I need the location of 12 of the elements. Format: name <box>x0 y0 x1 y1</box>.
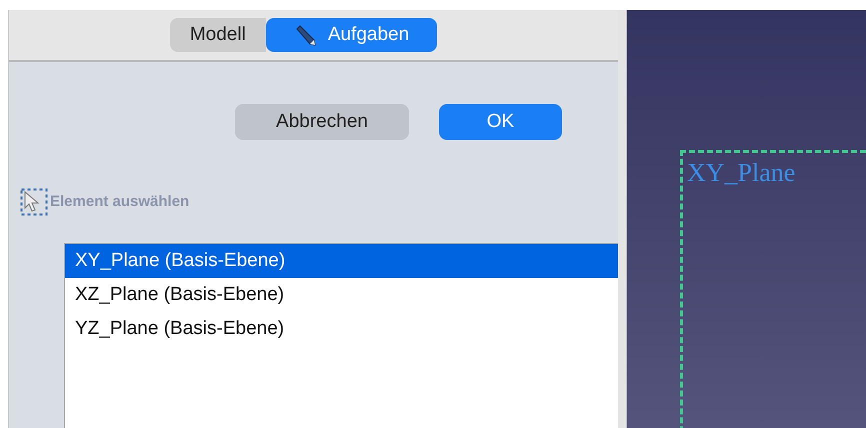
list-item[interactable]: XY_Plane (Basis-Ebene) <box>65 244 618 278</box>
cancel-button[interactable]: Abbrechen <box>235 104 409 140</box>
select-element-label: Element auswählen <box>50 192 190 212</box>
select-cursor-icon <box>20 188 48 216</box>
splitter-handle[interactable] <box>618 10 627 428</box>
tab[interactable]: Aufgaben <box>266 18 438 52</box>
list-item[interactable]: XZ_Plane (Basis-Ebene) <box>65 278 618 312</box>
plane-label: XY_Plane <box>687 158 796 187</box>
list-item[interactable]: YZ_Plane (Basis-Ebene) <box>65 312 618 346</box>
ok-button[interactable]: OK <box>439 104 562 140</box>
tab[interactable]: Modell <box>170 18 266 52</box>
pencil-icon <box>294 24 316 46</box>
